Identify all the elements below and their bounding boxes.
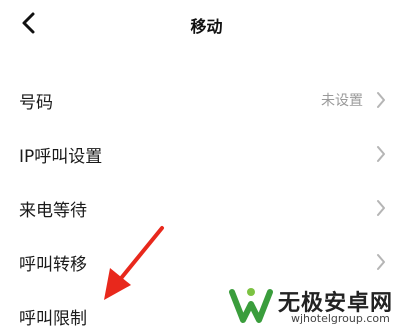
- row-label: 号码: [19, 93, 53, 113]
- row-label: IP呼叫设置: [19, 147, 103, 167]
- page-title: 移动: [190, 17, 223, 36]
- watermark: 无极安卓网 wjhotelgroup.com: [228, 282, 413, 329]
- row-label: 呼叫限制: [19, 309, 87, 329]
- row-label: 呼叫转移: [19, 255, 87, 275]
- settings-row-number[interactable]: 号码 未设置: [0, 74, 413, 128]
- row-value: 未设置: [321, 93, 363, 109]
- chevron-right-icon: [375, 144, 387, 164]
- settings-row-call-waiting[interactable]: 来电等待: [0, 182, 413, 236]
- watermark-logo-icon: [228, 284, 274, 328]
- chevron-right-icon: [375, 90, 387, 110]
- chevron-right-icon: [375, 252, 387, 272]
- row-label: 来电等待: [19, 201, 87, 221]
- top-bar: 移动: [0, 0, 413, 46]
- settings-row-ip-call[interactable]: IP呼叫设置: [0, 128, 413, 182]
- chevron-right-icon: [375, 198, 387, 218]
- watermark-url: wjhotelgroup.com: [291, 312, 390, 325]
